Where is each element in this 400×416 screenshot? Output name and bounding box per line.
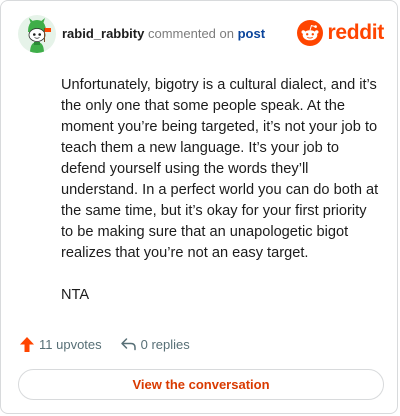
replies-label: 0 replies: [140, 336, 190, 352]
comment-body: Unfortunately, bigotry is a cultural dia…: [61, 75, 379, 306]
brand-name: reddit: [327, 21, 384, 44]
comment-card: rabid_rabbity commented on post reddit U…: [0, 0, 398, 414]
upvotes[interactable]: 11 upvotes: [19, 336, 102, 353]
action-text: commented on: [147, 26, 234, 41]
post-link[interactable]: post: [238, 26, 265, 41]
reddit-logo-icon: [297, 20, 324, 46]
username[interactable]: rabid_rabbity: [62, 26, 144, 41]
reply-arrow-icon: [120, 338, 136, 351]
snoo-avatar-icon: [28, 18, 51, 53]
avatar[interactable]: [18, 15, 56, 53]
comment-meta: rabid_rabbity commented on post: [62, 26, 265, 41]
view-conversation-button[interactable]: View the conversation: [18, 369, 384, 400]
upvotes-label: 11 upvotes: [39, 336, 102, 352]
comment-paragraph: NTA: [61, 287, 90, 303]
reddit-brand[interactable]: reddit: [297, 20, 384, 46]
comment-header: rabid_rabbity commented on post reddit: [18, 15, 384, 55]
comment-footer: 11 upvotes 0 replies: [19, 332, 190, 356]
comment-paragraph: Unfortunately, bigotry is a cultural dia…: [61, 77, 379, 261]
replies[interactable]: 0 replies: [120, 336, 190, 352]
upvote-arrow-icon: [20, 336, 34, 352]
